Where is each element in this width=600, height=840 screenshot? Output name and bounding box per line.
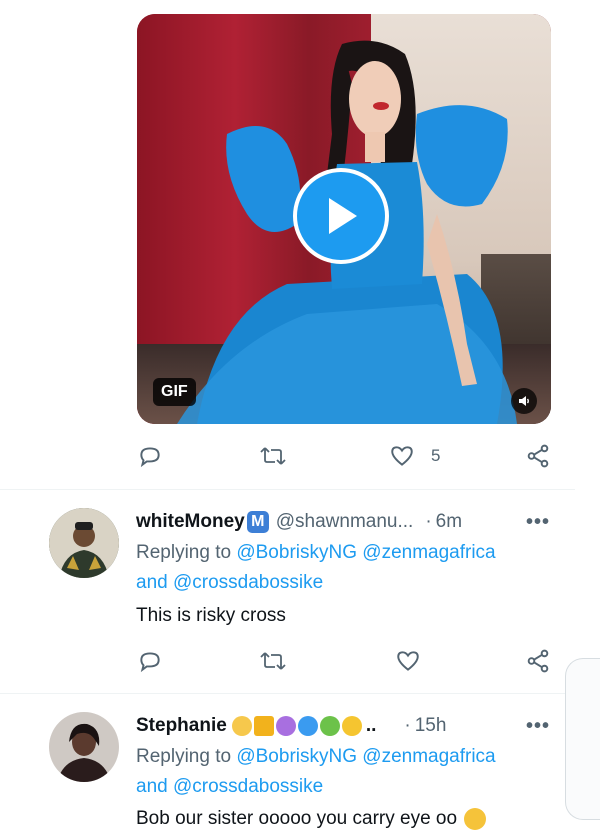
emoji-green-heart-icon (319, 716, 340, 736)
like-action[interactable]: 5 (389, 443, 440, 469)
avatar[interactable] (49, 712, 119, 782)
author-name[interactable]: whiteMoney (136, 511, 245, 533)
retweet-action[interactable] (259, 648, 287, 674)
reply-icon (140, 447, 160, 468)
divider (0, 693, 575, 694)
tweet-text: Bob our sister ooooo you carry eye oo (136, 808, 487, 830)
like-count: 5 (431, 446, 441, 465)
mention-link[interactable]: @BobriskyNG (236, 746, 357, 767)
share-icon (527, 649, 549, 673)
separator-dot: · (404, 715, 411, 736)
author-name[interactable]: Stephanie (136, 715, 227, 737)
share-icon (527, 444, 549, 468)
replying-prefix: Replying to (136, 746, 232, 767)
heart-icon (391, 446, 413, 466)
mention-link[interactable]: @zenmagafrica (362, 746, 495, 767)
retweet-icon (260, 447, 286, 465)
heart-icon (397, 651, 419, 671)
tweet-text-content: Bob our sister ooooo you carry eye oo (136, 808, 458, 830)
name-ellipsis: .. (365, 715, 377, 736)
play-icon (329, 198, 357, 234)
avatar-image (49, 712, 119, 782)
reply-actions (137, 648, 551, 678)
play-button[interactable] (293, 168, 389, 264)
timestamp[interactable]: 15h (415, 715, 447, 737)
and-text: and (136, 572, 168, 593)
tweet-text: This is risky cross (136, 605, 286, 626)
share-action[interactable] (525, 648, 551, 674)
emoji-sleepy-icon (231, 716, 252, 736)
avatar-image (49, 508, 119, 578)
more-options-icon[interactable]: ••• (526, 715, 550, 738)
mention-link[interactable]: @crossdabossike (173, 776, 323, 797)
gif-media[interactable]: GIF (137, 14, 551, 424)
timestamp[interactable]: 6m (436, 511, 462, 533)
reply-action[interactable] (137, 648, 163, 674)
mention-link[interactable]: @zenmagafrica (362, 542, 495, 563)
retweet-action[interactable] (259, 443, 287, 469)
emoji-purple-heart-icon (275, 716, 296, 736)
emoji-blue-heart-icon (297, 716, 318, 736)
emoji-thinking-face-icon (464, 808, 487, 830)
replying-to: Replying to @BobriskyNG @zenmagafrica an… (136, 538, 496, 598)
share-action[interactable] (525, 443, 551, 469)
divider (0, 489, 575, 490)
retweet-icon (260, 652, 286, 670)
gif-badge: GIF (153, 378, 196, 406)
emoji-yellow-heart-icon (341, 716, 362, 736)
mention-link[interactable]: @BobriskyNG (236, 542, 357, 563)
reply-header: whiteMoney M @shawnmanu... · 6m (136, 511, 462, 533)
scroll-handle[interactable] (565, 658, 600, 820)
and-text: and (136, 776, 168, 797)
author-handle[interactable]: @shawnmanu... (276, 511, 414, 533)
avatar[interactable] (49, 508, 119, 578)
replying-prefix: Replying to (136, 542, 232, 563)
speaker-icon (519, 396, 529, 406)
emoji-crown-icon (253, 716, 274, 736)
replying-to: Replying to @BobriskyNG @zenmagafrica an… (136, 742, 496, 802)
reply-icon (140, 652, 160, 673)
verified-badge: M (246, 511, 269, 533)
reply-action[interactable] (137, 443, 163, 469)
separator-dot: · (425, 511, 432, 532)
reply-header: Stephanie .. · 15h (136, 715, 446, 737)
mention-link[interactable]: @crossdabossike (173, 572, 323, 593)
tweet-actions: 5 (137, 443, 551, 473)
more-options-icon[interactable]: ••• (526, 511, 550, 534)
sound-button[interactable] (511, 388, 537, 414)
like-action[interactable] (395, 648, 421, 674)
